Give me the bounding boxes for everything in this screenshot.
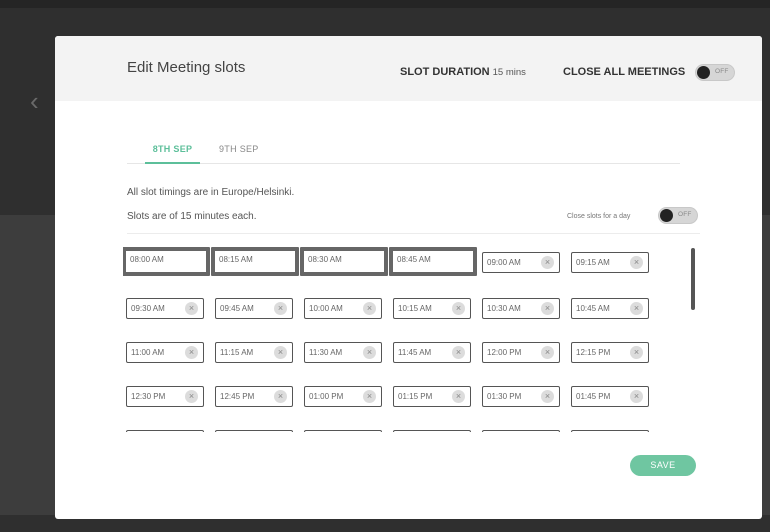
close-circle-icon[interactable]: ×	[630, 390, 643, 403]
slot-duration-label: SLOT DURATION	[400, 66, 490, 78]
time-slot[interactable]: 11:45 AM ×	[393, 342, 471, 363]
time-slot[interactable]: 01:45 PM ×	[571, 386, 649, 407]
time-slot[interactable]: 08:15 AM	[211, 247, 299, 276]
slot-time: 10:45 AM	[576, 304, 610, 313]
slot-time: 11:30 AM	[309, 348, 343, 357]
toggle-state-label: OFF	[715, 68, 729, 75]
time-slot[interactable]: 11:15 AM ×	[215, 342, 293, 363]
tab-9th-sep[interactable]: 9TH SEP	[219, 144, 259, 154]
slots-grid: 08:00 AM 08:15 AM 08:30 AM 08:45 AM 09:00 AM…	[123, 244, 683, 432]
slot-length-info: Slots are of 15 minutes each.	[127, 211, 257, 222]
time-slot[interactable]: 12:45 PM ×	[215, 386, 293, 407]
close-circle-icon[interactable]: ×	[541, 346, 554, 359]
chevron-left-icon[interactable]: ‹	[30, 88, 39, 114]
time-slot[interactable]	[126, 430, 204, 432]
slot-time: 01:00 PM	[309, 392, 344, 401]
slot-time: 12:15 PM	[576, 348, 611, 357]
time-slot[interactable]	[482, 430, 560, 432]
time-slot[interactable]: 09:15 AM ×	[571, 252, 649, 273]
close-circle-icon[interactable]: ×	[541, 256, 554, 269]
time-slot[interactable]: 11:00 AM ×	[126, 342, 204, 363]
time-slot[interactable]: 12:15 PM ×	[571, 342, 649, 363]
time-slot[interactable]: 09:45 AM ×	[215, 298, 293, 319]
toggle-knob	[660, 209, 673, 222]
slot-time: 08:30 AM	[308, 255, 342, 264]
close-circle-icon[interactable]: ×	[452, 346, 465, 359]
close-circle-icon[interactable]: ×	[452, 302, 465, 315]
save-button[interactable]: SAVE	[630, 455, 696, 476]
close-circle-icon[interactable]: ×	[630, 302, 643, 315]
time-slot[interactable]: 01:15 PM ×	[393, 386, 471, 407]
slot-time: 12:45 PM	[220, 392, 255, 401]
close-circle-icon[interactable]: ×	[630, 256, 643, 269]
divider	[127, 233, 700, 234]
time-slot[interactable]: 12:00 PM ×	[482, 342, 560, 363]
slot-time: 01:15 PM	[398, 392, 433, 401]
time-slot[interactable]: 09:30 AM ×	[126, 298, 204, 319]
time-slot[interactable]: 01:00 PM ×	[304, 386, 382, 407]
time-slot[interactable]: 11:30 AM ×	[304, 342, 382, 363]
modal-title: Edit Meeting slots	[127, 59, 246, 76]
time-slot[interactable]	[215, 430, 293, 432]
slot-duration: SLOT DURATION 15 mins	[400, 66, 526, 78]
close-circle-icon[interactable]: ×	[363, 390, 376, 403]
modal-header: Edit Meeting slots SLOT DURATION 15 mins …	[55, 36, 762, 101]
close-circle-icon[interactable]: ×	[185, 346, 198, 359]
time-slot[interactable]: 01:30 PM ×	[482, 386, 560, 407]
slot-time: 10:30 AM	[487, 304, 521, 313]
slot-time: 11:45 AM	[398, 348, 432, 357]
close-circle-icon[interactable]: ×	[274, 390, 287, 403]
date-tabs: 8TH SEP 9TH SEP	[127, 140, 680, 164]
close-circle-icon[interactable]: ×	[452, 390, 465, 403]
time-slot[interactable]: 08:45 AM	[389, 247, 477, 276]
close-circle-icon[interactable]: ×	[274, 302, 287, 315]
slot-time: 12:30 PM	[131, 392, 166, 401]
close-day-label: Close slots for a day	[567, 213, 631, 220]
slot-time: 08:15 AM	[219, 255, 253, 264]
slot-time: 10:15 AM	[398, 304, 432, 313]
slot-time: 08:45 AM	[397, 255, 431, 264]
tab-8th-sep[interactable]: 8TH SEP	[145, 144, 200, 164]
close-circle-icon[interactable]: ×	[363, 346, 376, 359]
slot-time: 11:00 AM	[131, 348, 165, 357]
time-slot[interactable]: 10:45 AM ×	[571, 298, 649, 319]
time-slot[interactable]: 12:30 PM ×	[126, 386, 204, 407]
close-circle-icon[interactable]: ×	[541, 302, 554, 315]
slot-time: 01:45 PM	[576, 392, 611, 401]
time-slot[interactable]: 08:30 AM	[300, 247, 388, 276]
slot-duration-value: 15 mins	[492, 67, 526, 78]
close-all-meetings-label: CLOSE ALL MEETINGS	[563, 66, 686, 78]
slot-time: 01:30 PM	[487, 392, 522, 401]
slot-time: 09:45 AM	[220, 304, 254, 313]
close-circle-icon[interactable]: ×	[541, 390, 554, 403]
slot-time: 12:00 PM	[487, 348, 522, 357]
slot-time: 09:15 AM	[576, 258, 610, 267]
time-slot[interactable]: 10:15 AM ×	[393, 298, 471, 319]
toggle-knob	[697, 66, 710, 79]
slots-scrollbar[interactable]	[691, 248, 695, 310]
slot-time: 09:30 AM	[131, 304, 165, 313]
close-all-meetings-toggle[interactable]: OFF	[695, 64, 735, 81]
time-slot[interactable]: 09:00 AM ×	[482, 252, 560, 273]
time-slot[interactable]: 10:00 AM ×	[304, 298, 382, 319]
slot-time: 08:00 AM	[130, 255, 164, 264]
slot-time: 09:00 AM	[487, 258, 521, 267]
close-circle-icon[interactable]: ×	[185, 302, 198, 315]
close-circle-icon[interactable]: ×	[274, 346, 287, 359]
time-slot[interactable]: 08:00 AM	[123, 247, 210, 276]
slot-time: 10:00 AM	[309, 304, 343, 313]
close-circle-icon[interactable]: ×	[185, 390, 198, 403]
edit-slots-modal: Edit Meeting slots SLOT DURATION 15 mins …	[55, 36, 762, 519]
slot-time: 11:15 AM	[220, 348, 254, 357]
time-slot[interactable]: 10:30 AM ×	[482, 298, 560, 319]
time-slot[interactable]	[393, 430, 471, 432]
page-top-band	[0, 0, 770, 8]
close-circle-icon[interactable]: ×	[630, 346, 643, 359]
timezone-info: All slot timings are in Europe/Helsinki.	[127, 187, 295, 198]
time-slot[interactable]	[304, 430, 382, 432]
toggle-state-label: OFF	[678, 211, 692, 218]
time-slot[interactable]	[571, 430, 649, 432]
close-day-toggle[interactable]: OFF	[658, 207, 698, 224]
close-circle-icon[interactable]: ×	[363, 302, 376, 315]
